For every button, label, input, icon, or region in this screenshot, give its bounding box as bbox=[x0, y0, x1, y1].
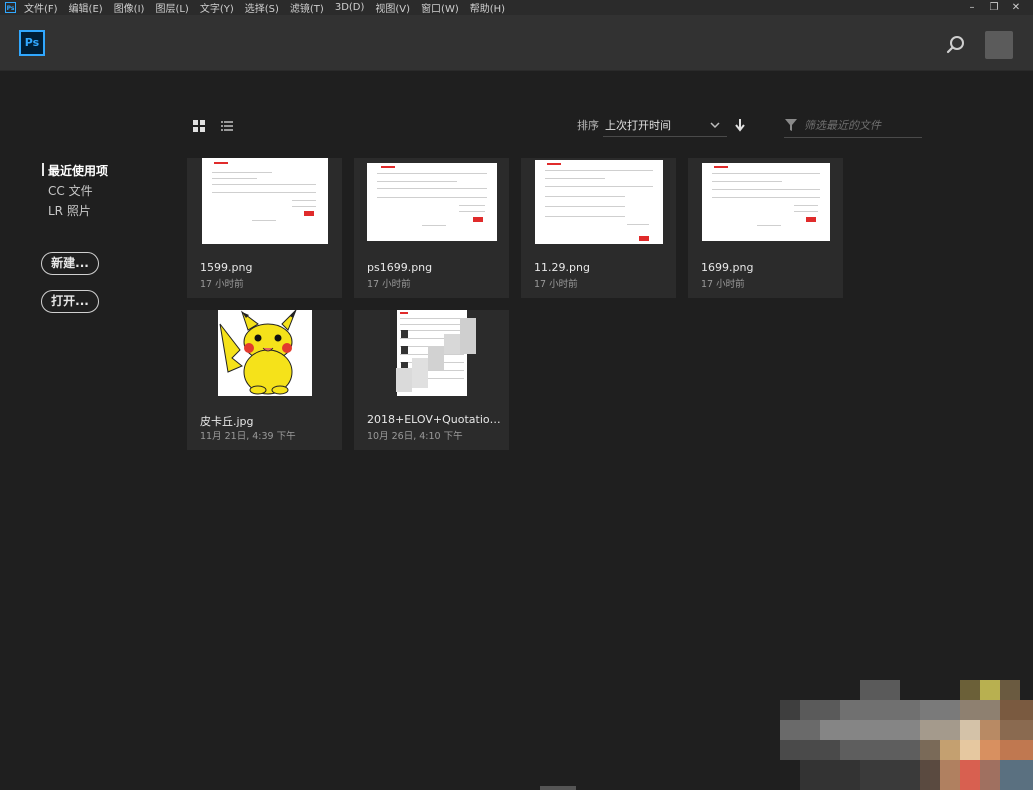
file-date: 17 小时前 bbox=[367, 279, 411, 290]
filter-box bbox=[784, 113, 922, 138]
user-avatar[interactable] bbox=[985, 31, 1013, 59]
pikachu-image bbox=[218, 310, 312, 396]
sort-value: 上次打开时间 bbox=[605, 119, 671, 132]
file-thumbnail bbox=[688, 158, 843, 246]
file-card-ps1699[interactable]: ps1699.png 17 小时前 bbox=[354, 158, 509, 298]
file-thumbnail bbox=[521, 158, 676, 246]
new-button[interactable]: 新建... bbox=[41, 252, 99, 275]
close-button[interactable]: ✕ bbox=[1005, 2, 1027, 13]
sidebar: 最近使用项 CC 文件 LR 照片 新建... 打开... bbox=[0, 70, 180, 790]
menu-type[interactable]: 文字(Y) bbox=[200, 0, 234, 15]
file-date: 11月 21日, 4:39 下午 bbox=[200, 431, 296, 442]
file-date: 17 小时前 bbox=[200, 279, 244, 290]
grid-view-icon[interactable] bbox=[193, 120, 205, 132]
file-card-1599[interactable]: 1599.png 17 小时前 bbox=[187, 158, 342, 298]
document-preview bbox=[535, 160, 663, 244]
sort-dropdown[interactable]: 上次打开时间 bbox=[603, 113, 727, 137]
menu-select[interactable]: 选择(S) bbox=[245, 0, 279, 15]
file-date: 17 小时前 bbox=[534, 279, 578, 290]
document-preview bbox=[702, 163, 830, 241]
menu-image[interactable]: 图像(I) bbox=[114, 0, 145, 15]
file-name: 皮卡丘.jpg bbox=[200, 415, 254, 428]
funnel-icon bbox=[785, 119, 797, 131]
file-card-1699[interactable]: 1699.png 17 小时前 bbox=[688, 158, 843, 298]
menu-layer[interactable]: 图层(L) bbox=[155, 0, 188, 15]
file-name: 1699.png bbox=[701, 261, 754, 274]
window-controls: – ❐ ✕ bbox=[961, 0, 1027, 15]
file-name: 11.29.png bbox=[534, 261, 590, 274]
document-preview bbox=[367, 163, 497, 241]
menu-filter[interactable]: 滤镜(T) bbox=[290, 0, 324, 15]
ps-app-icon[interactable]: Ps bbox=[5, 2, 16, 13]
restore-button[interactable]: ❐ bbox=[983, 2, 1005, 13]
menu-help[interactable]: 帮助(H) bbox=[470, 0, 505, 15]
menu-edit[interactable]: 编辑(E) bbox=[69, 0, 103, 15]
sidebar-item-recent[interactable]: 最近使用项 bbox=[41, 162, 108, 179]
file-thumbnail bbox=[187, 158, 342, 246]
file-date: 10月 26日, 4:10 下午 bbox=[367, 431, 463, 442]
watermark-mosaic bbox=[396, 318, 476, 392]
menu-3d[interactable]: 3D(D) bbox=[335, 2, 365, 13]
file-name: 1599.png bbox=[200, 261, 253, 274]
file-date: 17 小时前 bbox=[701, 279, 745, 290]
menu-file[interactable]: 文件(F) bbox=[24, 0, 58, 15]
file-card-11-29[interactable]: 11.29.png 17 小时前 bbox=[521, 158, 676, 298]
menu-bar: Ps 文件(F) 编辑(E) 图像(I) 图层(L) 文字(Y) 选择(S) 滤… bbox=[0, 0, 1033, 15]
file-thumbnail bbox=[354, 310, 509, 398]
list-view-icon[interactable] bbox=[221, 120, 233, 132]
search-icon[interactable] bbox=[946, 35, 966, 55]
file-name: ps1699.png bbox=[367, 261, 433, 274]
document-preview bbox=[202, 158, 328, 244]
minimize-button[interactable]: – bbox=[961, 2, 983, 13]
menu-view[interactable]: 视图(V) bbox=[375, 0, 410, 15]
file-thumbnail bbox=[354, 158, 509, 246]
filter-input[interactable] bbox=[804, 116, 919, 134]
file-card-pikachu[interactable]: 皮卡丘.jpg 11月 21日, 4:39 下午 bbox=[187, 310, 342, 450]
file-thumbnail bbox=[187, 310, 342, 398]
scroll-handle[interactable] bbox=[540, 786, 576, 790]
ps-logo: Ps bbox=[19, 30, 45, 56]
open-button[interactable]: 打开... bbox=[41, 290, 99, 313]
menu-window[interactable]: 窗口(W) bbox=[421, 0, 459, 15]
sidebar-item-lr-photos[interactable]: LR 照片 bbox=[48, 202, 91, 219]
sidebar-item-cc-files[interactable]: CC 文件 bbox=[48, 182, 93, 199]
app-header: Ps bbox=[0, 15, 1033, 71]
file-name: 2018+ELOV+Quotation for... bbox=[367, 413, 502, 426]
sort-direction-arrow-icon[interactable] bbox=[734, 118, 746, 132]
file-card-quotation[interactable]: 2018+ELOV+Quotation for... 10月 26日, 4:10… bbox=[354, 310, 509, 450]
sort-label: 排序 bbox=[577, 119, 599, 132]
watermark-mosaic bbox=[780, 680, 1033, 790]
chevron-down-icon bbox=[710, 122, 720, 129]
